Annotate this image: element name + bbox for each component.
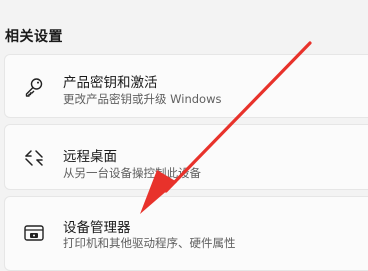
remote-desktop-title: 远程桌面 [63,149,117,165]
product-key-title: 产品密钥和激活 [63,75,158,91]
product-key-activation-item[interactable]: 产品密钥和激活 更改产品密钥或升级 Windows [4,54,368,118]
remote-desktop-icon [23,147,45,169]
key-icon [23,76,45,98]
section-title: 相关设置 [5,29,63,45]
device-manager-item[interactable]: 设备管理器 打印机和其他驱动程序、硬件属性 [4,196,368,271]
product-key-description: 更改产品密钥或升级 Windows [63,92,222,106]
remote-desktop-item[interactable]: 远程桌面 从另一台设备操控制此设备 [4,124,368,190]
remote-desktop-description: 从另一台设备操控制此设备 [63,166,201,180]
device-manager-description: 打印机和其他驱动程序、硬件属性 [63,236,236,250]
device-manager-title: 设备管理器 [63,220,131,236]
device-manager-icon [23,222,45,244]
